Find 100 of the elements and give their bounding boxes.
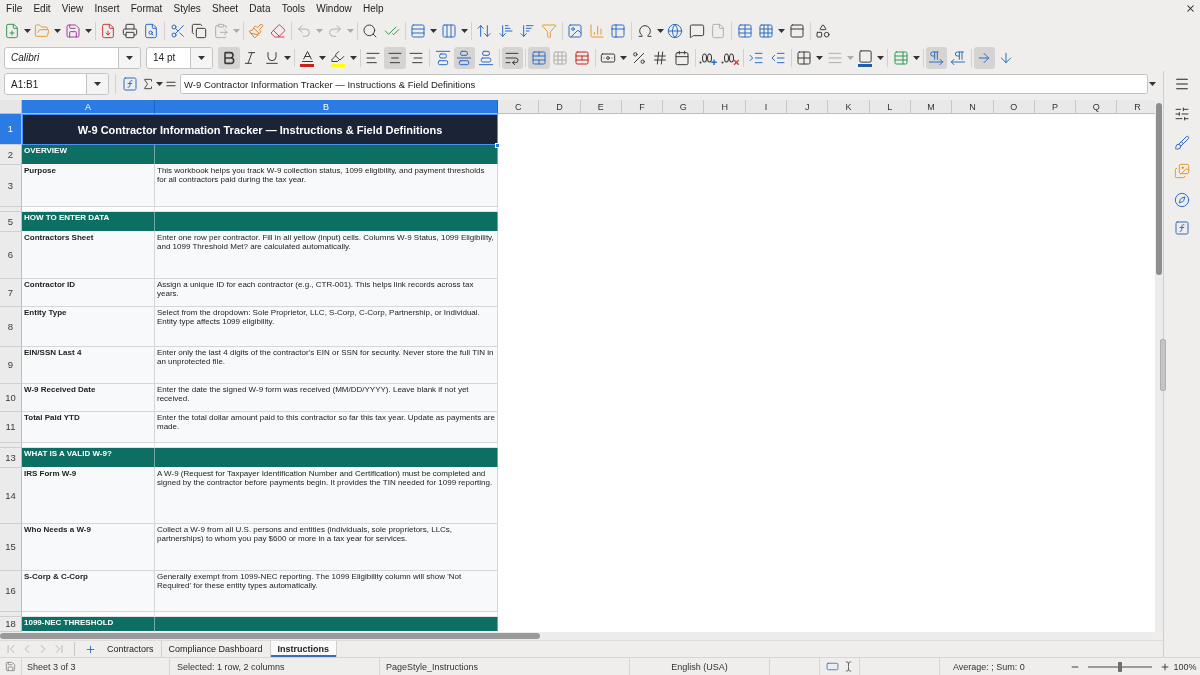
column-header[interactable]: B [155, 100, 498, 114]
column-header[interactable]: P [1034, 100, 1077, 114]
dropdown-caret-icon[interactable] [877, 55, 884, 60]
image-icon[interactable] [567, 22, 584, 39]
save-status-icon[interactable] [5, 661, 16, 672]
percent-icon[interactable] [630, 49, 647, 66]
brush-icon[interactable] [1174, 134, 1190, 151]
add-decimal-icon[interactable] [699, 50, 718, 65]
zoom-in-icon[interactable] [1160, 661, 1170, 672]
column-header[interactable]: C [498, 100, 540, 114]
scissors-icon[interactable] [169, 22, 186, 39]
dropdown-caret-icon[interactable] [620, 55, 627, 60]
globe-icon[interactable] [667, 22, 684, 39]
sort-icon[interactable] [476, 22, 493, 39]
sort-ascending-icon[interactable] [497, 22, 514, 39]
borders-icon[interactable] [796, 49, 813, 66]
file-search-icon[interactable] [143, 22, 160, 39]
row-header[interactable]: 10 [0, 384, 22, 412]
formula-input[interactable]: W-9 Contractor Information Tracker — Instructions & Field Definitions [180, 74, 1148, 94]
row-header[interactable]: 1 [0, 114, 22, 145]
font-name-combobox[interactable]: Calibri [4, 46, 141, 69]
column-header[interactable]: F [621, 100, 664, 114]
zoom-percent[interactable]: 100% [1173, 661, 1197, 672]
horizontal-text-button[interactable] [973, 46, 995, 69]
column-header[interactable]: H [704, 100, 746, 114]
menu-item[interactable]: View [56, 1, 89, 16]
sliders-icon[interactable] [1174, 106, 1190, 122]
window-panel-icon[interactable] [788, 22, 805, 39]
row-header[interactable]: 16 [0, 571, 22, 612]
sigma-icon[interactable] [141, 77, 155, 91]
dropdown-caret-icon[interactable] [778, 28, 785, 33]
language[interactable]: English (USA) [671, 661, 728, 672]
sheet-tab[interactable]: Compliance Dashboard [161, 641, 271, 657]
column-header[interactable]: E [580, 100, 622, 114]
table-icon[interactable] [736, 22, 753, 39]
row-header[interactable]: 7 [0, 279, 22, 307]
delete-decimal-icon[interactable] [720, 50, 739, 65]
function-icon[interactable] [1174, 220, 1190, 236]
highlight-color-icon[interactable] [329, 48, 346, 67]
bold-button[interactable] [218, 46, 240, 69]
row-header[interactable]: 14 [0, 468, 22, 524]
font-color-icon[interactable] [299, 48, 316, 67]
selection-handle-icon[interactable] [495, 143, 500, 148]
dropdown-caret-icon[interactable] [283, 55, 291, 60]
printer-icon[interactable] [121, 22, 138, 39]
column-header[interactable]: J [787, 100, 829, 114]
images-icon[interactable] [1174, 163, 1190, 179]
plus-icon[interactable] [85, 643, 96, 655]
column-header[interactable]: R [1117, 100, 1155, 114]
scrollbar-thumb[interactable] [0, 633, 540, 639]
hash-icon[interactable] [652, 49, 669, 66]
menu-item[interactable]: Window [310, 1, 358, 16]
dropdown-caret-icon[interactable] [54, 28, 61, 33]
menu-item[interactable]: Help [357, 1, 390, 16]
align-middle-button[interactable] [453, 46, 475, 69]
dropdown-caret-icon[interactable] [460, 28, 468, 33]
row-header[interactable]: 18 [0, 617, 22, 632]
menu-item[interactable]: Styles [168, 1, 207, 16]
function-icon[interactable] [122, 76, 138, 92]
dropdown-caret-icon[interactable] [84, 28, 92, 33]
eraser-icon[interactable] [269, 22, 286, 39]
omega-icon[interactable] [636, 22, 653, 39]
selection-box-icon[interactable] [825, 660, 839, 673]
font-size-combobox[interactable]: 14 pt [146, 46, 213, 69]
row-header[interactable]: 11 [0, 412, 22, 443]
dropdown-caret-icon[interactable] [23, 28, 31, 33]
dropdown-caret-icon[interactable] [349, 55, 357, 60]
menu-item[interactable]: Data [243, 1, 277, 16]
column-header[interactable]: I [745, 100, 788, 114]
column-header[interactable]: D [539, 100, 581, 114]
calendar-icon[interactable] [673, 49, 690, 66]
wrap-text-button[interactable] [501, 46, 523, 69]
paintbrush-icon[interactable] [248, 22, 265, 39]
column-header[interactable]: N [952, 100, 994, 114]
column-header[interactable]: M [910, 100, 953, 114]
column-header[interactable]: O [993, 100, 1035, 114]
row-header[interactable]: 6 [0, 232, 22, 279]
comment-icon[interactable] [688, 22, 705, 39]
sheet-tab[interactable]: Contractors [100, 641, 162, 657]
menu-item[interactable]: File [0, 1, 28, 16]
menu-item[interactable]: Format [125, 1, 168, 16]
border-color-icon[interactable] [857, 48, 874, 67]
scrollbar-thumb[interactable] [1156, 103, 1162, 275]
menu-item[interactable]: Edit [27, 1, 57, 16]
row-header[interactable]: 2 [0, 145, 22, 165]
sidebar-collapse-handle[interactable] [1160, 339, 1166, 391]
column-header[interactable]: L [869, 100, 911, 114]
left-to-right-button[interactable] [925, 46, 947, 69]
file-download-icon[interactable] [100, 22, 117, 39]
dropdown-caret-icon[interactable] [1149, 82, 1156, 86]
search-icon[interactable] [362, 22, 379, 39]
close-icon[interactable] [1185, 3, 1196, 14]
dropdown-caret-icon[interactable] [94, 82, 101, 86]
menu-item[interactable]: Sheet [206, 1, 244, 16]
row-header[interactable]: 13 [0, 448, 22, 468]
save-icon[interactable] [64, 22, 81, 39]
dropdown-caret-icon[interactable] [912, 55, 920, 60]
merge-center-button[interactable] [528, 46, 550, 69]
row-header[interactable]: 5 [0, 212, 22, 232]
column-header[interactable]: Q [1076, 100, 1118, 114]
